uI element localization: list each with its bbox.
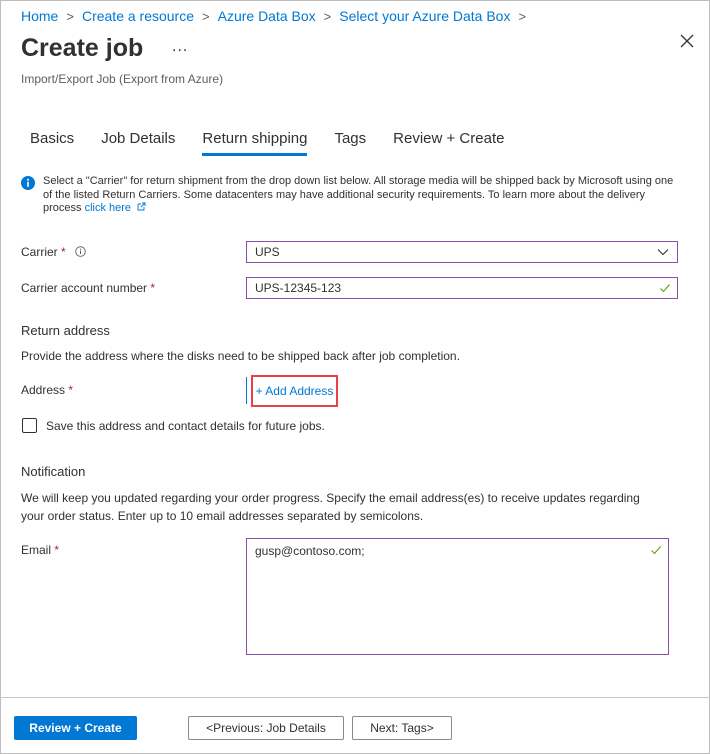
breadcrumb-separator: > (66, 8, 74, 24)
click-here-link[interactable]: click here (85, 202, 131, 214)
page-subtitle: Import/Export Job (Export from Azure) (21, 72, 224, 86)
footer-divider (0, 697, 710, 698)
chevron-down-icon (657, 249, 669, 256)
notification-heading: Notification (21, 464, 86, 479)
notification-description: We will keep you updated regarding your … (21, 491, 640, 523)
tab-job-details[interactable]: Job Details (101, 130, 175, 156)
carrier-label: Carrier * (21, 245, 86, 259)
return-address-heading: Return address (21, 323, 110, 338)
tab-tags[interactable]: Tags (334, 130, 366, 156)
tab-review-create[interactable]: Review + Create (393, 130, 504, 156)
info-circle-icon[interactable] (75, 246, 86, 257)
required-marker: * (68, 383, 74, 397)
required-marker: * (150, 281, 156, 295)
required-marker: * (54, 543, 60, 557)
next-button[interactable]: Next: Tags> (352, 716, 452, 740)
review-create-button[interactable]: Review + Create (14, 716, 137, 740)
breadcrumb-select-data-box[interactable]: Select your Azure Data Box (339, 8, 510, 24)
carrier-account-label: Carrier account number * (21, 281, 156, 295)
breadcrumb-separator: > (202, 8, 210, 24)
close-icon[interactable] (678, 32, 696, 50)
address-field-indicator (246, 377, 247, 404)
breadcrumb: Home > Create a resource > Azure Data Bo… (21, 8, 534, 24)
carrier-account-input[interactable]: UPS-12345-123 (246, 277, 678, 299)
breadcrumb-separator: > (323, 8, 332, 24)
email-value: gusp@contoso.com; (255, 544, 365, 558)
carrier-value: UPS (255, 245, 280, 259)
email-label: Email * (21, 543, 60, 557)
save-address-checkbox[interactable] (22, 418, 37, 433)
carrier-dropdown[interactable]: UPS (246, 241, 678, 263)
add-address-link[interactable]: + Add Address (251, 375, 338, 407)
save-address-label: Save this address and contact details fo… (46, 419, 325, 433)
page-title: Create job (21, 34, 144, 62)
tab-basics[interactable]: Basics (30, 130, 74, 156)
external-link-icon (137, 202, 146, 211)
checkmark-icon (651, 546, 661, 555)
breadcrumb-azure-data-box[interactable]: Azure Data Box (218, 8, 316, 24)
info-banner: Select a "Carrier" for return shipment f… (21, 175, 683, 216)
breadcrumb-home[interactable]: Home (21, 8, 58, 24)
tab-return-shipping[interactable]: Return shipping (202, 130, 308, 156)
tab-bar: Basics Job Details Return shipping Tags … (30, 130, 531, 156)
checkmark-icon (660, 284, 670, 293)
address-label: Address * (21, 383, 74, 397)
info-icon (21, 176, 35, 190)
more-options-button[interactable]: ... (172, 38, 188, 56)
email-textarea[interactable]: gusp@contoso.com; (246, 538, 669, 655)
return-address-description: Provide the address where the disks need… (21, 349, 460, 363)
breadcrumb-create-resource[interactable]: Create a resource (82, 8, 194, 24)
required-marker: * (61, 245, 66, 259)
breadcrumb-separator: > (518, 8, 527, 24)
carrier-account-value: UPS-12345-123 (255, 281, 342, 295)
previous-button[interactable]: <Previous: Job Details (188, 716, 344, 740)
